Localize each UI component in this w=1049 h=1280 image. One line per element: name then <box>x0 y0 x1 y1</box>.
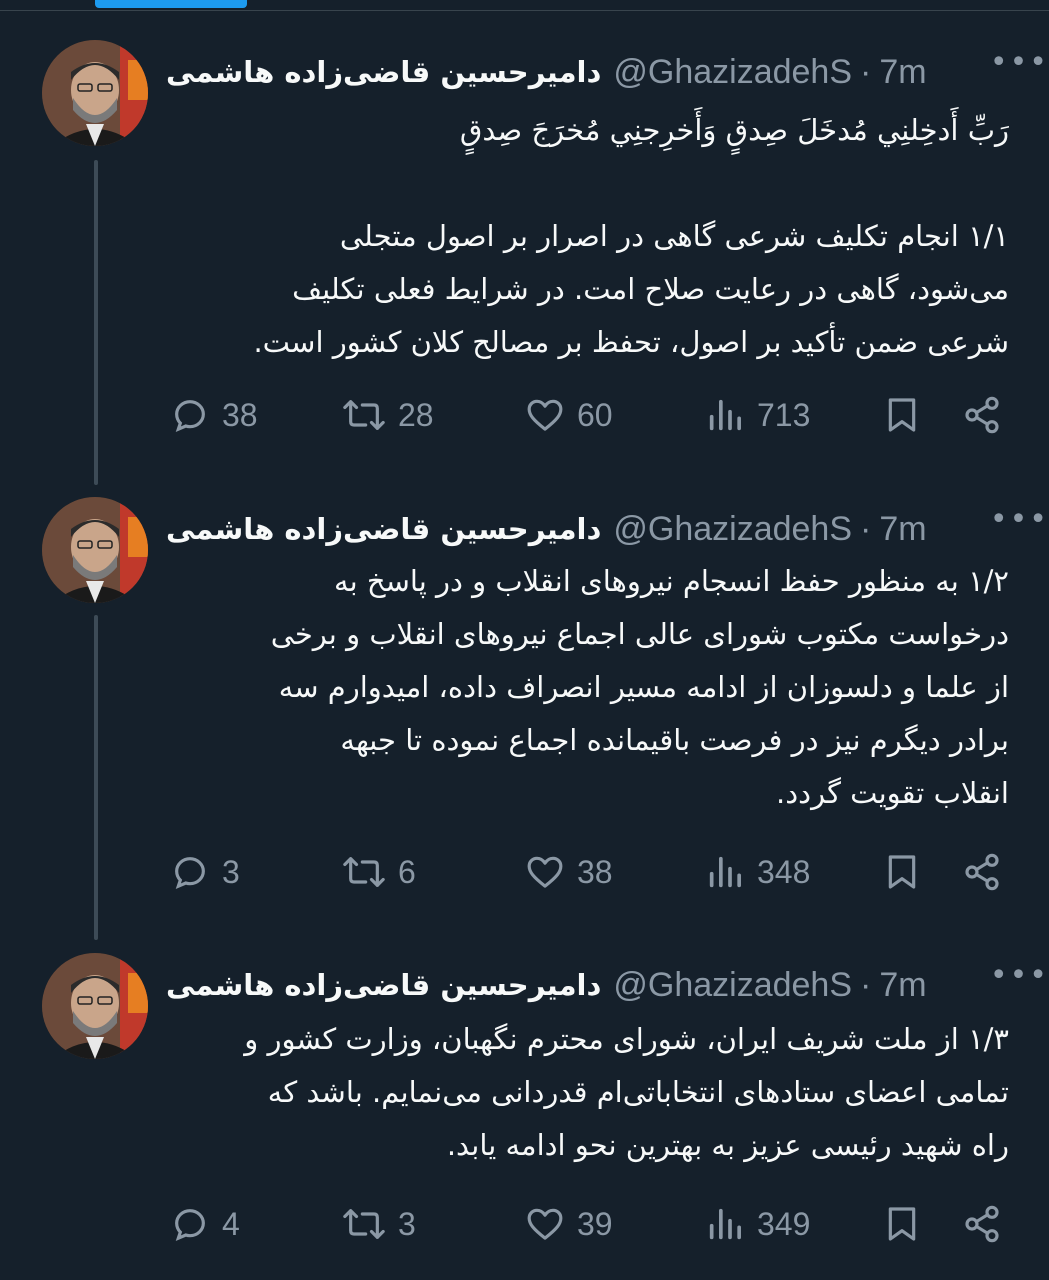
text-line: ۱/۱ انجام تکلیف شرعی گاهی در اصرار بر اص… <box>339 219 1009 253</box>
tweet[interactable]: دامیرحسین قاضی‌زاده هاشمی @GhazizadehS ·… <box>0 497 1049 952</box>
like-count: 60 <box>577 396 613 433</box>
text-line: انقلاب تقویت گردد. <box>776 776 1009 810</box>
text-line: از علما و دلسوزان از ادامه مسیر انصراف د… <box>278 670 1009 704</box>
reply-icon <box>175 400 205 432</box>
share-icon <box>965 396 999 434</box>
author-handle[interactable]: @GhazizadehS <box>613 966 852 1005</box>
avatar[interactable] <box>42 40 148 146</box>
text-line: می‌شود، گاهی در رعایت صلاح امت. در شرایط… <box>292 272 1009 306</box>
reply-count: 38 <box>222 396 258 433</box>
share-icon <box>965 1205 999 1243</box>
bookmark-button[interactable] <box>882 390 922 440</box>
bookmark-icon <box>888 1207 916 1241</box>
text-line: تمامی اعضای ستادهای انتخاباتی‌ام قدردانی… <box>267 1075 1009 1109</box>
avatar[interactable] <box>42 953 148 1059</box>
avatar[interactable] <box>42 497 148 603</box>
retweet-button[interactable]: 28 <box>342 390 434 440</box>
tweet[interactable]: دامیرحسین قاضی‌زاده هاشمی @GhazizadehS ·… <box>0 953 1049 1280</box>
tweet-header: دامیرحسین قاضی‌زاده هاشمی @GhazizadehS ·… <box>166 959 1009 1011</box>
text-line: ۱/۲ به منظور حفظ انسجام نیروهای انقلاب و… <box>334 564 1009 598</box>
text-line: راه شهید رئیسی عزیز به بهترین نحو ادامه … <box>446 1128 1009 1162</box>
like-icon <box>527 399 563 431</box>
text-line <box>166 157 1009 210</box>
like-button[interactable]: 39 <box>525 1199 613 1249</box>
avatar-photo <box>42 497 148 603</box>
tweet[interactable]: دامیرحسین قاضی‌زاده هاشمی @GhazizadehS ·… <box>0 40 1049 495</box>
separator-dot: · <box>860 509 872 548</box>
author-handle[interactable]: @GhazizadehS <box>613 53 852 92</box>
text-line: برادر دیگرم نیز در فرصت باقیمانده اجماع … <box>340 723 1009 757</box>
bookmark-icon <box>888 855 916 889</box>
more-options-button[interactable]: ••• <box>990 961 1049 991</box>
like-icon <box>527 1208 563 1240</box>
bookmark-icon <box>888 398 916 432</box>
bookmark-button[interactable] <box>882 1199 922 1249</box>
views-icon <box>709 856 741 888</box>
avatar-photo <box>42 953 148 1059</box>
text-line: شرعی ضمن تأکید بر اصول، تحفظ بر مصالح کل… <box>253 325 1009 359</box>
more-options-button[interactable]: ••• <box>990 505 1049 535</box>
retweet-button[interactable]: 3 <box>342 1199 416 1249</box>
divider <box>0 10 1049 11</box>
retweet-count: 28 <box>398 396 434 433</box>
tweet-header: دامیرحسین قاضی‌زاده هاشمی @GhazizadehS ·… <box>166 503 1009 555</box>
retweet-button[interactable]: 6 <box>342 847 416 897</box>
retweet-icon <box>343 400 385 430</box>
text-line: درخواست مکتوب شورای عالی اجماع نیروهای ا… <box>270 617 1009 651</box>
views-count: 349 <box>757 1205 811 1242</box>
author-handle[interactable]: @GhazizadehS <box>613 510 852 549</box>
author-name[interactable]: دامیرحسین قاضی‌زاده هاشمی <box>166 55 601 89</box>
share-button[interactable] <box>962 847 1002 897</box>
tweet-text: ۱/۲ به منظور حفظ انسجام نیروهای انقلاب و… <box>166 555 1009 820</box>
timestamp[interactable]: 7m <box>879 53 926 92</box>
tweet-header: دامیرحسین قاضی‌زاده هاشمی @GhazizadehS ·… <box>166 46 1009 98</box>
reply-icon <box>175 857 205 889</box>
retweet-icon <box>343 1209 385 1239</box>
separator-dot: · <box>860 965 872 1004</box>
tweet-actions: 4 3 39 349 <box>170 1199 1009 1249</box>
active-tab-indicator <box>95 0 247 8</box>
reply-button[interactable]: 3 <box>170 847 240 897</box>
share-icon <box>965 853 999 891</box>
separator-dot: · <box>860 52 872 91</box>
author-name[interactable]: دامیرحسین قاضی‌زاده هاشمی <box>166 512 601 546</box>
retweet-count: 3 <box>398 1205 416 1242</box>
views-count: 713 <box>757 396 811 433</box>
share-button[interactable] <box>962 390 1002 440</box>
like-count: 38 <box>577 853 613 890</box>
views-icon <box>709 1208 741 1240</box>
views-button[interactable]: 713 <box>705 390 810 440</box>
retweet-count: 6 <box>398 853 416 890</box>
avatar-photo <box>42 40 148 146</box>
timestamp[interactable]: 7m <box>879 966 926 1005</box>
like-button[interactable]: 38 <box>525 847 613 897</box>
text-line: ۱/۳ از ملت شریف ایران، شورای محترم نگهبا… <box>244 1022 1009 1056</box>
views-icon <box>709 399 741 431</box>
reply-button[interactable]: 38 <box>170 390 258 440</box>
tweet-text: ۱/۳ از ملت شریف ایران، شورای محترم نگهبا… <box>166 1013 1009 1172</box>
share-button[interactable] <box>962 1199 1002 1249</box>
views-count: 348 <box>757 853 811 890</box>
text-line: رَبِّ أَدخِلنِي مُدخَلَ صِدقٍ وَأَخرِجنِ… <box>459 113 1009 147</box>
like-count: 39 <box>577 1205 613 1242</box>
tweet-actions: 3 6 38 348 <box>170 847 1009 897</box>
views-button[interactable]: 348 <box>705 847 810 897</box>
more-options-button[interactable]: ••• <box>990 48 1049 78</box>
reply-icon <box>175 1209 205 1241</box>
reply-count: 4 <box>222 1205 240 1242</box>
views-button[interactable]: 349 <box>705 1199 810 1249</box>
bookmark-button[interactable] <box>882 847 922 897</box>
like-button[interactable]: 60 <box>525 390 613 440</box>
author-name[interactable]: دامیرحسین قاضی‌زاده هاشمی <box>166 968 601 1002</box>
reply-button[interactable]: 4 <box>170 1199 240 1249</box>
reply-count: 3 <box>222 853 240 890</box>
tweet-text: رَبِّ أَدخِلنِي مُدخَلَ صِدقٍ وَأَخرِجنِ… <box>166 104 1009 369</box>
retweet-icon <box>343 857 385 887</box>
like-icon <box>527 856 563 888</box>
timestamp[interactable]: 7m <box>879 510 926 549</box>
tweet-actions: 38 28 60 713 <box>170 390 1009 440</box>
